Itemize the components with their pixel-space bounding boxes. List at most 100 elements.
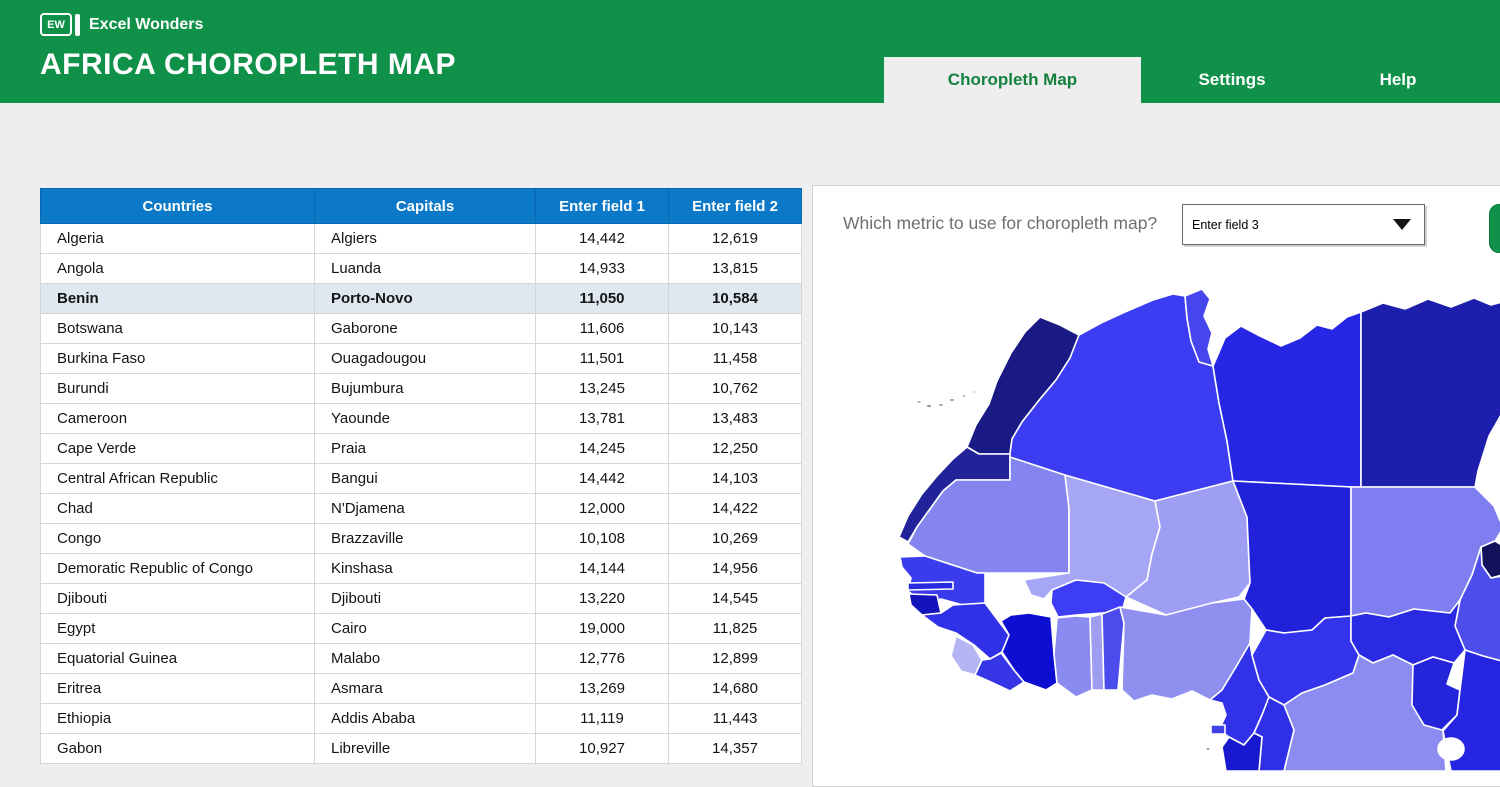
- value-cell[interactable]: 11,606: [536, 314, 669, 344]
- value-cell[interactable]: 14,545: [669, 584, 802, 614]
- value-cell[interactable]: 11,050: [536, 284, 669, 314]
- value-cell[interactable]: 12,000: [536, 494, 669, 524]
- metric-dropdown-value: Enter field 3: [1183, 218, 1393, 232]
- country-cell[interactable]: Cape Verde: [41, 434, 315, 464]
- countries-table: Countries Capitals Enter field 1 Enter f…: [40, 188, 802, 764]
- value-cell[interactable]: 14,422: [669, 494, 802, 524]
- value-cell[interactable]: 14,442: [536, 224, 669, 254]
- value-cell[interactable]: 14,357: [669, 734, 802, 764]
- value-cell[interactable]: 19,000: [536, 614, 669, 644]
- value-cell[interactable]: 14,245: [536, 434, 669, 464]
- capital-cell[interactable]: Gaborone: [315, 314, 536, 344]
- value-cell[interactable]: 13,220: [536, 584, 669, 614]
- value-cell[interactable]: 12,776: [536, 644, 669, 674]
- capital-cell[interactable]: Libreville: [315, 734, 536, 764]
- country-cell[interactable]: Chad: [41, 494, 315, 524]
- col-header-field1[interactable]: Enter field 1: [536, 189, 669, 224]
- logo-bar-icon: [75, 14, 80, 36]
- capital-cell[interactable]: N'Djamena: [315, 494, 536, 524]
- value-cell[interactable]: 10,762: [669, 374, 802, 404]
- value-cell[interactable]: 11,825: [669, 614, 802, 644]
- map-canary-islands-icon: [917, 400, 922, 403]
- table-row: AngolaLuanda14,93313,815: [41, 254, 802, 284]
- value-cell[interactable]: 12,250: [669, 434, 802, 464]
- value-cell[interactable]: 13,815: [669, 254, 802, 284]
- map-island-dot: [939, 403, 944, 407]
- capital-cell[interactable]: Malabo: [315, 644, 536, 674]
- map-island-dot: [926, 404, 932, 408]
- capital-cell[interactable]: Yaounde: [315, 404, 536, 434]
- capital-cell[interactable]: Asmara: [315, 674, 536, 704]
- value-cell[interactable]: 10,108: [536, 524, 669, 554]
- country-cell[interactable]: Benin: [41, 284, 315, 314]
- table-row: EgyptCairo19,00011,825: [41, 614, 802, 644]
- capital-cell[interactable]: Porto-Novo: [315, 284, 536, 314]
- tab-choropleth-map[interactable]: Choropleth Map: [884, 57, 1141, 103]
- table-row: Burkina FasoOuagadougou11,50111,458: [41, 344, 802, 374]
- table-row: EritreaAsmara13,26914,680: [41, 674, 802, 704]
- capital-cell[interactable]: Djibouti: [315, 584, 536, 614]
- capital-cell[interactable]: Bangui: [315, 464, 536, 494]
- country-cell[interactable]: Demoratic Republic of Congo: [41, 554, 315, 584]
- capital-cell[interactable]: Algiers: [315, 224, 536, 254]
- value-cell[interactable]: 14,956: [669, 554, 802, 584]
- capital-cell[interactable]: Brazzaville: [315, 524, 536, 554]
- value-cell[interactable]: 14,442: [536, 464, 669, 494]
- country-cell[interactable]: Equatorial Guinea: [41, 644, 315, 674]
- table-row: DjiboutiDjibouti13,22014,545: [41, 584, 802, 614]
- tab-help[interactable]: Help: [1323, 57, 1473, 103]
- map-lake-victoria: [1438, 738, 1464, 760]
- country-cell[interactable]: Burundi: [41, 374, 315, 404]
- country-cell[interactable]: Ethiopia: [41, 704, 315, 734]
- col-header-countries[interactable]: Countries: [41, 189, 315, 224]
- col-header-field2[interactable]: Enter field 2: [669, 189, 802, 224]
- country-cell[interactable]: Burkina Faso: [41, 344, 315, 374]
- capital-cell[interactable]: Addis Ababa: [315, 704, 536, 734]
- value-cell[interactable]: 14,103: [669, 464, 802, 494]
- map-island-dot: [962, 395, 966, 398]
- value-cell[interactable]: 11,443: [669, 704, 802, 734]
- brand: EW Excel Wonders: [40, 13, 203, 36]
- action-button[interactable]: [1489, 204, 1500, 253]
- value-cell[interactable]: 12,619: [669, 224, 802, 254]
- country-cell[interactable]: Gabon: [41, 734, 315, 764]
- value-cell[interactable]: 11,501: [536, 344, 669, 374]
- value-cell[interactable]: 10,269: [669, 524, 802, 554]
- country-cell[interactable]: Egypt: [41, 614, 315, 644]
- country-cell[interactable]: Botswana: [41, 314, 315, 344]
- col-header-capitals[interactable]: Capitals: [315, 189, 536, 224]
- table-row: BotswanaGaborone11,60610,143: [41, 314, 802, 344]
- value-cell[interactable]: 10,584: [669, 284, 802, 314]
- value-cell[interactable]: 13,269: [536, 674, 669, 704]
- tab-settings[interactable]: Settings: [1141, 57, 1323, 103]
- value-cell[interactable]: 12,899: [669, 644, 802, 674]
- value-cell[interactable]: 13,245: [536, 374, 669, 404]
- country-cell[interactable]: Congo: [41, 524, 315, 554]
- metric-dropdown[interactable]: Enter field 3: [1182, 204, 1425, 245]
- value-cell[interactable]: 11,119: [536, 704, 669, 734]
- country-cell[interactable]: Angola: [41, 254, 315, 284]
- value-cell[interactable]: 10,143: [669, 314, 802, 344]
- value-cell[interactable]: 13,483: [669, 404, 802, 434]
- dropdown-caret-icon: [1393, 219, 1411, 230]
- capital-cell[interactable]: Kinshasa: [315, 554, 536, 584]
- value-cell[interactable]: 14,933: [536, 254, 669, 284]
- capital-cell[interactable]: Bujumbura: [315, 374, 536, 404]
- capital-cell[interactable]: Luanda: [315, 254, 536, 284]
- country-cell[interactable]: Djibouti: [41, 584, 315, 614]
- capital-cell[interactable]: Praia: [315, 434, 536, 464]
- country-cell[interactable]: Cameroon: [41, 404, 315, 434]
- value-cell[interactable]: 14,680: [669, 674, 802, 704]
- capital-cell[interactable]: Ouagadougou: [315, 344, 536, 374]
- value-cell[interactable]: 11,458: [669, 344, 802, 374]
- capital-cell[interactable]: Cairo: [315, 614, 536, 644]
- country-cell[interactable]: Central African Republic: [41, 464, 315, 494]
- value-cell[interactable]: 10,927: [536, 734, 669, 764]
- country-cell[interactable]: Eritrea: [41, 674, 315, 704]
- map-country-egypt: [1361, 298, 1500, 487]
- value-cell[interactable]: 13,781: [536, 404, 669, 434]
- value-cell[interactable]: 14,144: [536, 554, 669, 584]
- map-country-libya: [1213, 312, 1361, 487]
- table-header-row: Countries Capitals Enter field 1 Enter f…: [41, 189, 802, 224]
- country-cell[interactable]: Algeria: [41, 224, 315, 254]
